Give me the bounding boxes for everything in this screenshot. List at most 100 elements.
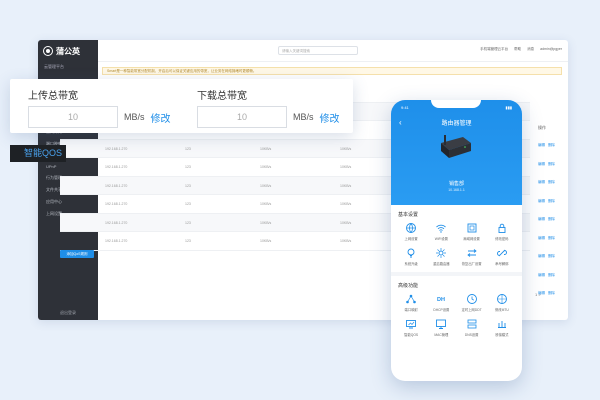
upload-input[interactable]: 10	[28, 106, 118, 128]
phone-menu-label: 恢复出厂设置	[461, 262, 482, 266]
qos-menu-tag[interactable]: 智能QOS	[10, 145, 66, 162]
advanced-grid: 端口映射 DH DHCP设置 定时上网DDT 修改MTU 智能QOS MAC管理 DNS设置 桥…	[391, 293, 522, 337]
phone-menu-item[interactable]: 恢复出厂设置	[457, 247, 487, 266]
download-title: 下载总带宽	[197, 91, 247, 102]
phone-menu-label: DHCP设置	[433, 308, 450, 312]
phone-menu-item[interactable]: 修改MTU	[487, 293, 517, 312]
phone-menu-label: WiFi设置	[434, 237, 448, 241]
delete-link[interactable]: 删除	[548, 291, 555, 296]
logout-link[interactable]: 退出登录	[38, 310, 98, 316]
delete-link[interactable]: 删除	[548, 162, 555, 167]
top-actions: 手机端管理云平台 帮助 消息 admin@pgyer	[480, 47, 562, 52]
edit-link[interactable]: 编辑	[538, 199, 545, 204]
phone-menu-item[interactable]: 系统升级	[396, 247, 426, 266]
search-input[interactable]: 请输入关键词搜索	[278, 46, 358, 55]
bridge-icon	[497, 321, 506, 328]
upload-group: 上传总带宽 10 MB/s 修改	[28, 87, 171, 128]
table-cell: 123	[185, 165, 191, 169]
phone-menu-item[interactable]: DH DHCP设置	[426, 293, 456, 312]
phone-menu-item[interactable]: 智能QOS	[396, 318, 426, 337]
phone-menu-label: DNS设置	[464, 333, 479, 337]
bulb-icon	[407, 248, 415, 258]
globe-icon	[406, 223, 417, 233]
phone-menu-item[interactable]: WiFi设置	[426, 222, 456, 241]
phone-menu-item[interactable]: 端口映射	[396, 293, 426, 312]
download-edit-button[interactable]: 修改	[320, 110, 340, 125]
edit-link[interactable]: 编辑	[538, 254, 545, 259]
back-icon[interactable]: ‹	[399, 118, 402, 127]
delete-link[interactable]: 删除	[548, 236, 555, 241]
phone-menu-label: 定时上网DDT	[461, 308, 482, 312]
upload-edit-button[interactable]: 修改	[151, 110, 171, 125]
phone-menu-label: 桥接模式	[495, 333, 509, 337]
phone-menu-label: 重启路由器	[433, 262, 450, 266]
notice-banner: Smart是一种智能带宽分配机制，开启后可以保证关键应用的带宽，让业务在网络拥堵…	[102, 67, 562, 75]
top-action[interactable]: 帮助	[514, 47, 521, 52]
delete-link[interactable]: 删除	[548, 273, 555, 278]
download-input[interactable]: 10	[197, 106, 287, 128]
phone-menu-label: 修改密码	[495, 237, 509, 241]
table-cell: 10KB/s	[340, 183, 352, 188]
phone-menu-item[interactable]: 上网设置	[396, 222, 426, 241]
battery-icon: ▮▮▮	[505, 105, 512, 110]
brand-subtitle: 云管理平台	[44, 64, 64, 69]
phone-menu-label: 端口映射	[404, 308, 418, 312]
phone-mockup: 9:41 ▮▮▮ ‹ 路由器管理 销售部 10.168.1.1 基本设置 上网设…	[391, 100, 522, 381]
device-name: 销售部	[448, 181, 464, 187]
phone-menu-item[interactable]: 修改密码	[487, 222, 517, 241]
phone-menu-item[interactable]: 桥接模式	[487, 318, 517, 337]
top-action[interactable]: 手机端管理云平台	[480, 47, 508, 52]
brand-logo: 蒲公英	[38, 40, 98, 62]
phone-menu-label: 智能QOS	[404, 333, 419, 337]
delete-link[interactable]: 删除	[548, 180, 555, 185]
phone-menu-item[interactable]: DNS设置	[457, 318, 487, 337]
edit-link[interactable]: 编辑	[538, 162, 545, 167]
top-bar: 请输入关键词搜索 手机端管理云平台 帮助 消息 admin@pgyer	[98, 40, 568, 62]
phone-notch	[431, 100, 481, 108]
lan-icon	[467, 223, 477, 233]
delete-link[interactable]: 删除	[548, 199, 555, 204]
edit-link[interactable]: 编辑	[538, 273, 545, 278]
edit-link[interactable]: 编辑	[538, 217, 545, 222]
sun-icon	[436, 248, 447, 258]
monitor-icon	[436, 319, 447, 329]
lock-icon	[498, 223, 506, 233]
delete-link[interactable]: 删除	[548, 254, 555, 259]
dns-icon	[467, 319, 477, 329]
delete-link[interactable]: 删除	[548, 143, 555, 148]
edit-link[interactable]: 编辑	[538, 180, 545, 185]
table-cell: 192.168.1.270	[105, 165, 128, 169]
phone-menu-item[interactable]: 重启路由器	[426, 247, 456, 266]
add-rule-button[interactable]: 添加QoS规则	[60, 250, 94, 258]
link-icon	[496, 249, 507, 257]
table-cell: 192.168.1.270	[105, 220, 128, 225]
top-action[interactable]: admin@pgyer	[540, 47, 562, 52]
logo-icon	[44, 47, 52, 55]
wifi-icon	[436, 224, 447, 233]
table-cell: 192.168.1.270	[105, 239, 128, 243]
router-icon	[441, 135, 471, 158]
table-cell: 10KB/s	[260, 183, 272, 188]
download-unit: MB/s	[293, 112, 314, 122]
phone-menu-item[interactable]: MAC管理	[426, 318, 456, 337]
phone-menu-item[interactable]: 串号解绑	[487, 247, 517, 266]
upload-title: 上传总带宽	[28, 91, 78, 102]
phone-menu-item[interactable]: 局域网设置	[457, 222, 487, 241]
phone-time: 9:41	[401, 105, 409, 110]
delete-link[interactable]: 删除	[548, 217, 555, 222]
edit-link[interactable]: 编辑	[538, 143, 545, 148]
table-cell: 10KB/s	[260, 165, 272, 169]
pagination[interactable]: 1 >	[535, 292, 541, 297]
download-group: 下载总带宽 10 MB/s 修改	[197, 87, 340, 128]
table-cell: 123	[185, 220, 191, 225]
top-action[interactable]: 消息	[527, 47, 534, 52]
edit-link[interactable]: 编辑	[538, 236, 545, 241]
phone-header: 9:41 ▮▮▮ ‹ 路由器管理 销售部 10.168.1.1	[391, 100, 522, 205]
table-cell: 10KB/s	[340, 239, 352, 243]
table-cell: 123	[185, 183, 191, 188]
brand-name: 蒲公英	[56, 46, 80, 56]
globe2-icon	[496, 294, 507, 304]
phone-menu-item[interactable]: 定时上网DDT	[457, 293, 487, 312]
upload-unit: MB/s	[124, 112, 145, 122]
svg-text:DH: DH	[437, 297, 445, 303]
